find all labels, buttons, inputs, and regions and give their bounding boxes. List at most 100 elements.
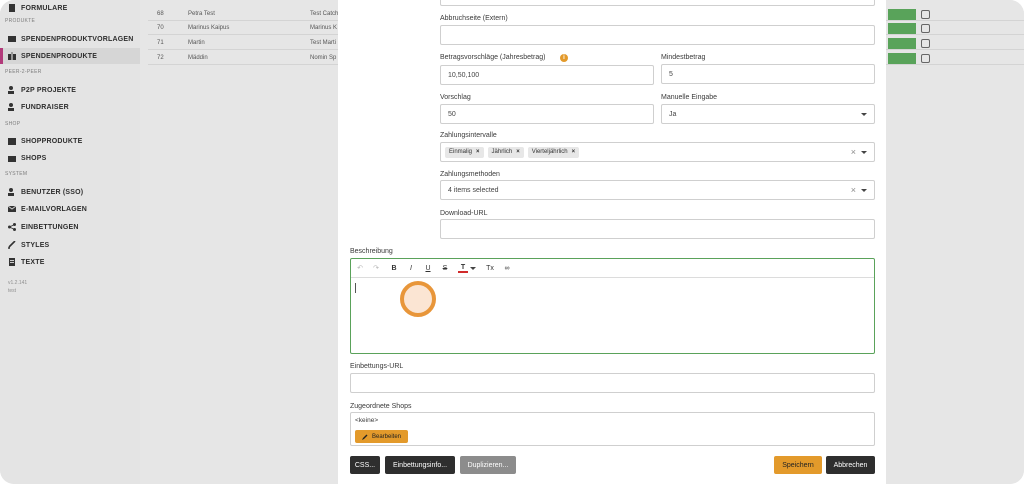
sidebar-item-texte[interactable]: TEXTE bbox=[0, 254, 140, 270]
shops-value: <keine> bbox=[355, 417, 379, 424]
einbettungs-url-label: Einbettungs-URL bbox=[350, 363, 404, 370]
sidebar-item-label: BENUTZER (SSO) bbox=[21, 188, 84, 196]
users-icon bbox=[8, 188, 16, 196]
close-icon[interactable]: × bbox=[516, 149, 520, 155]
folder-icon bbox=[8, 35, 16, 43]
table-cell-extra: Nomin Sp bbox=[310, 55, 337, 61]
sidebar-item-label: FORMULARE bbox=[21, 4, 68, 12]
sidebar-item-fundraiser[interactable]: FUNDRAISER bbox=[0, 99, 140, 115]
table-cell-id: 72 bbox=[157, 55, 164, 61]
sidebar-section-peer2peer: PEER-2-PEER bbox=[5, 69, 42, 75]
app-frame: FORMULARE PRODUKTE SPENDENPRODUKTVORLAGE… bbox=[0, 0, 1024, 484]
table-cell-extra: Test Marti bbox=[310, 40, 337, 46]
brush-icon bbox=[8, 241, 16, 249]
manuelle-eingabe-label: Manuelle Eingabe bbox=[661, 94, 718, 101]
sidebar-item-emailvorlagen[interactable]: E-MAILVORLAGEN bbox=[0, 201, 140, 217]
download-url-label: Download-URL bbox=[440, 210, 488, 217]
close-icon[interactable]: × bbox=[572, 149, 576, 155]
mail-icon bbox=[8, 205, 16, 213]
interval-chip-einmalig: Einmalig × bbox=[445, 146, 484, 158]
chevron-down-icon bbox=[861, 151, 867, 154]
underline-icon[interactable]: U bbox=[423, 263, 433, 273]
product-edit-modal: Abbruchseite (Extern) Betragsvorschläge … bbox=[338, 0, 886, 484]
manuelle-eingabe-value: Ja bbox=[669, 110, 677, 118]
redo-icon[interactable]: ↷ bbox=[371, 263, 381, 273]
download-url-input[interactable] bbox=[440, 219, 875, 239]
chevron-down-icon bbox=[861, 189, 867, 192]
italic-icon[interactable]: I bbox=[406, 263, 416, 273]
sidebar-item-label: FUNDRAISER bbox=[21, 103, 69, 111]
clear-format-icon[interactable]: Tx bbox=[485, 263, 495, 273]
sidebar-item-benutzer[interactable]: BENUTZER (SSO) bbox=[0, 184, 140, 200]
mindestbetrag-input[interactable]: 5 bbox=[661, 64, 875, 84]
zahlungsintervalle-label: Zahlungsintervalle bbox=[440, 132, 497, 139]
sidebar-item-einbettungen[interactable]: EINBETTUNGEN bbox=[0, 219, 140, 235]
previous-field-input[interactable] bbox=[440, 0, 875, 6]
sidebar-item-label: TEXTE bbox=[21, 258, 45, 266]
clear-icon[interactable]: × bbox=[851, 147, 856, 157]
sidebar: FORMULARE PRODUKTE SPENDENPRODUKTVORLAGE… bbox=[0, 0, 140, 484]
edit-icon[interactable] bbox=[921, 24, 930, 33]
text-cursor bbox=[355, 283, 356, 293]
abbruchseite-input[interactable] bbox=[440, 25, 875, 45]
version-sub-label: test bbox=[8, 288, 17, 294]
manuelle-eingabe-select[interactable]: Ja bbox=[661, 104, 875, 124]
einbettungsinfo-button[interactable]: Einbettungsinfo... bbox=[385, 456, 455, 474]
chevron-down-icon bbox=[861, 113, 867, 116]
shop-icon bbox=[8, 154, 16, 162]
sidebar-item-label: STYLES bbox=[21, 241, 50, 249]
link-icon[interactable]: ∞ bbox=[502, 263, 512, 273]
users-icon bbox=[8, 86, 16, 94]
table-cell-name: Petra Test bbox=[188, 11, 215, 17]
zahlungsmethoden-label: Zahlungsmethoden bbox=[440, 171, 500, 178]
info-icon[interactable]: i bbox=[560, 54, 568, 62]
sidebar-section-shop: SHOP bbox=[5, 121, 21, 127]
sidebar-item-spendenprodukte[interactable]: SPENDENPRODUKTE bbox=[0, 48, 140, 64]
sidebar-item-label: SHOPPRODUKTE bbox=[21, 137, 83, 145]
box-icon bbox=[8, 137, 16, 145]
sidebar-item-label: SPENDENPRODUKTVORLAGEN bbox=[21, 35, 134, 43]
status-badge bbox=[888, 53, 916, 64]
sidebar-item-formulare[interactable]: FORMULARE bbox=[0, 0, 140, 16]
zahlungsmethoden-value: 4 items selected bbox=[448, 186, 499, 194]
bold-icon[interactable]: B bbox=[389, 263, 399, 273]
bearbeiten-button[interactable]: Bearbeiten bbox=[355, 430, 408, 443]
zahlungsintervalle-multiselect[interactable]: Einmalig × Jährlich × Vierteljährlich × … bbox=[440, 142, 875, 162]
edit-icon[interactable] bbox=[921, 54, 930, 63]
status-badge bbox=[888, 23, 916, 34]
sidebar-item-label: SHOPS bbox=[21, 154, 47, 162]
speichern-button[interactable]: Speichern bbox=[774, 456, 822, 474]
abbrechen-button[interactable]: Abbrechen bbox=[826, 456, 875, 474]
beschreibung-rich-text-editor[interactable]: ↶ ↷ B I U S T Tx ∞ bbox=[350, 258, 875, 354]
strikethrough-icon[interactable]: S bbox=[440, 263, 450, 273]
sidebar-item-spendenproduktvorlagen[interactable]: SPENDENPRODUKTVORLAGEN bbox=[0, 31, 140, 47]
sidebar-item-label: P2P PROJEKTE bbox=[21, 86, 77, 94]
einbettungs-url-input[interactable] bbox=[350, 373, 875, 393]
edit-icon[interactable] bbox=[921, 10, 930, 19]
betragsvorschlaege-input[interactable]: 10,50,100 bbox=[440, 65, 654, 85]
sidebar-item-p2p-projekte[interactable]: P2P PROJEKTE bbox=[0, 82, 140, 98]
table-cell-id: 68 bbox=[157, 11, 164, 17]
edit-icon[interactable] bbox=[921, 39, 930, 48]
document-icon bbox=[8, 4, 16, 12]
sidebar-item-label: SPENDENPRODUKTE bbox=[21, 52, 98, 60]
users-icon bbox=[8, 103, 16, 111]
mindestbetrag-label: Mindestbetrag bbox=[661, 54, 706, 61]
vorschlag-input[interactable]: 50 bbox=[440, 104, 654, 124]
table-cell-name: Mäddin bbox=[188, 55, 208, 61]
chip-label: Einmalig bbox=[449, 149, 473, 155]
css-button[interactable]: CSS... bbox=[350, 456, 380, 474]
clear-icon[interactable]: × bbox=[851, 185, 856, 195]
duplizieren-button[interactable]: Duplizieren... bbox=[460, 456, 516, 474]
chevron-down-icon[interactable] bbox=[470, 267, 476, 270]
sidebar-item-label: EINBETTUNGEN bbox=[21, 223, 79, 231]
zahlungsmethoden-multiselect[interactable]: 4 items selected × bbox=[440, 180, 875, 200]
sidebar-item-styles[interactable]: STYLES bbox=[0, 237, 140, 253]
close-icon[interactable]: × bbox=[476, 149, 480, 155]
table-cell-name: Martin bbox=[188, 40, 205, 46]
editor-toolbar: ↶ ↷ B I U S T Tx ∞ bbox=[351, 259, 874, 278]
sidebar-item-shopprodukte[interactable]: SHOPPRODUKTE bbox=[0, 133, 140, 149]
undo-icon[interactable]: ↶ bbox=[355, 263, 365, 273]
text-color-icon[interactable]: T bbox=[458, 263, 468, 273]
sidebar-item-shops[interactable]: SHOPS bbox=[0, 150, 140, 166]
